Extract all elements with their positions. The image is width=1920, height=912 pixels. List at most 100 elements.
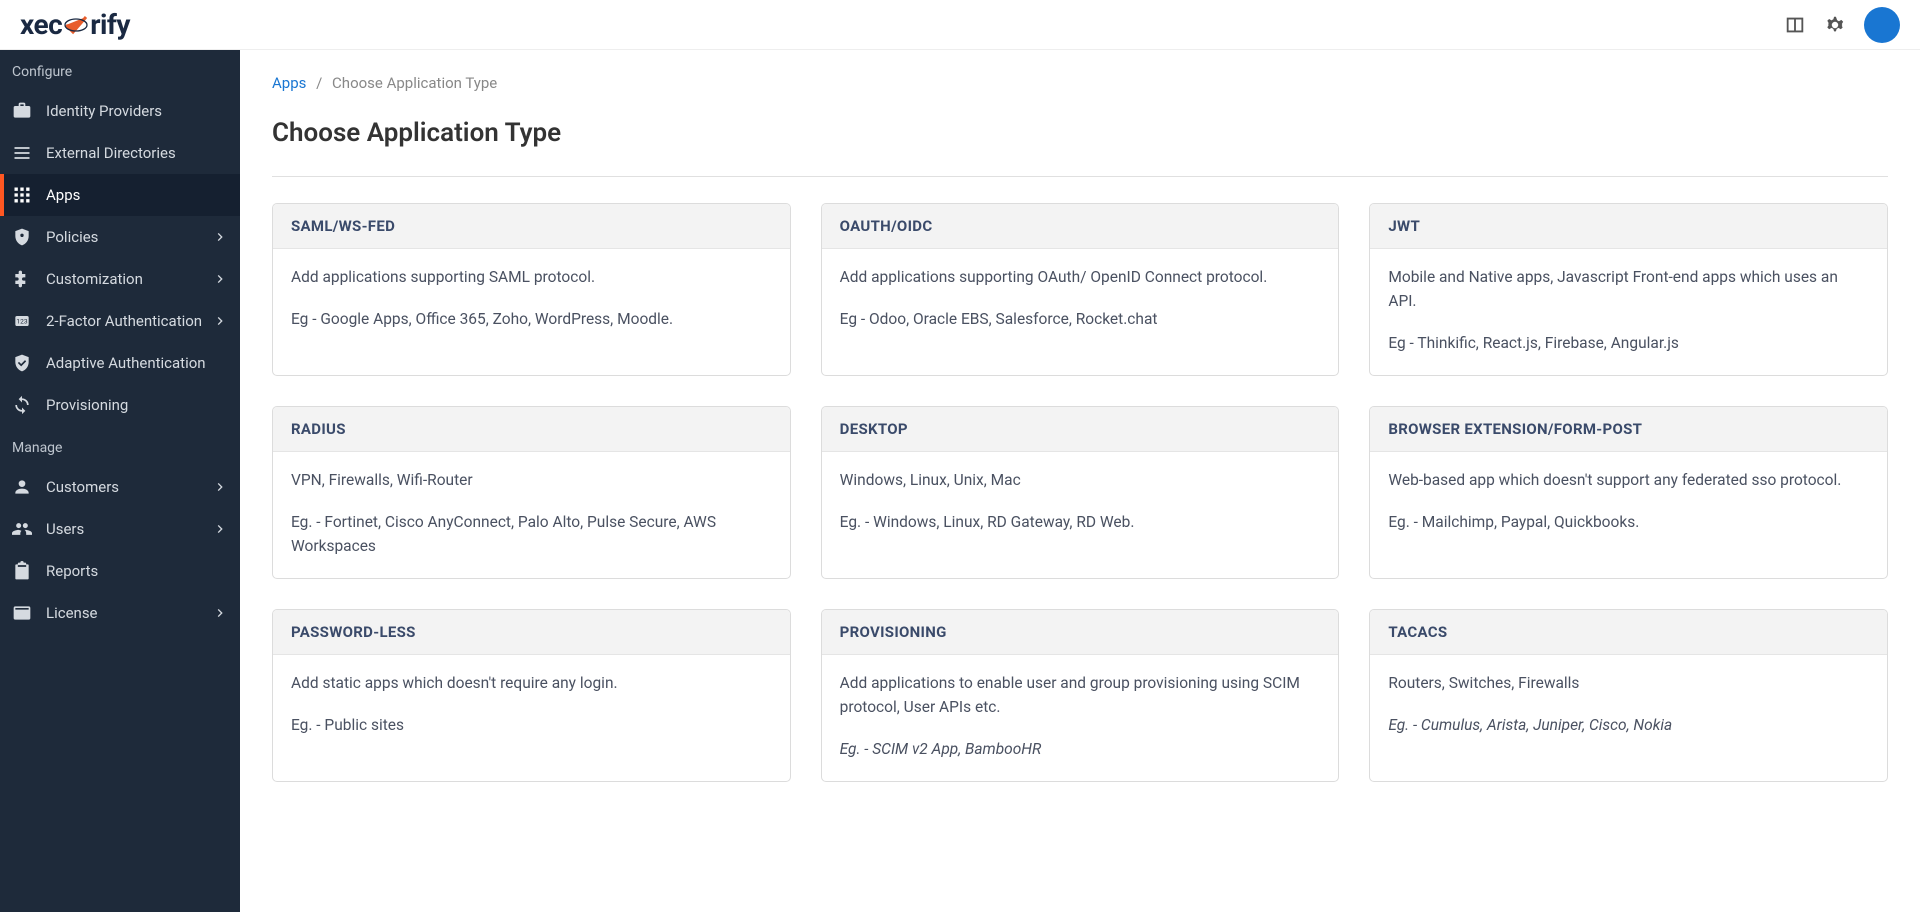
list-icon <box>12 143 32 163</box>
card-example: Eg. - Fortinet, Cisco AnyConnect, Palo A… <box>291 510 772 558</box>
page-title: Choose Application Type <box>272 118 1888 148</box>
sidebar-item-reports[interactable]: Reports <box>0 550 240 592</box>
sidebar-item-identity-providers[interactable]: Identity Providers <box>0 90 240 132</box>
chevron-right-icon <box>212 313 228 329</box>
card-description: Web-based app which doesn't support any … <box>1388 468 1869 492</box>
card-description: Mobile and Native apps, Javascript Front… <box>1388 265 1869 313</box>
grid-icon <box>12 185 32 205</box>
gear-icon[interactable] <box>1824 14 1846 36</box>
sidebar-item-users[interactable]: Users <box>0 508 240 550</box>
breadcrumb-current: Choose Application Type <box>332 74 497 92</box>
card-example: Eg. - Windows, Linux, RD Gateway, RD Web… <box>840 510 1321 534</box>
card-title: BROWSER EXTENSION/FORM-POST <box>1370 407 1887 452</box>
app-type-card-saml-ws-fed[interactable]: SAML/WS-FEDAdd applications supporting S… <box>272 203 791 376</box>
card-description: VPN, Firewalls, Wifi-Router <box>291 468 772 492</box>
logo-text-post: rify <box>90 8 130 41</box>
card-description: Add applications supporting OAuth/ OpenI… <box>840 265 1321 289</box>
card-title: OAUTH/OIDC <box>822 204 1339 249</box>
card-icon <box>12 603 32 623</box>
card-body: Windows, Linux, Unix, MacEg. - Windows, … <box>822 452 1339 554</box>
chevron-right-icon <box>212 605 228 621</box>
svg-text:123: 123 <box>16 318 27 326</box>
sidebar-item-label: Adaptive Authentication <box>46 354 228 372</box>
card-title: RADIUS <box>273 407 790 452</box>
app-type-card-oauth-oidc[interactable]: OAUTH/OIDC Add applications supporting OA… <box>821 203 1340 376</box>
sidebar-item-apps[interactable]: Apps <box>0 174 240 216</box>
card-body: VPN, Firewalls, Wifi-Router Eg. - Fortine… <box>273 452 790 578</box>
sidebar-item-label: Reports <box>46 562 228 580</box>
card-description: Add applications to enable user and grou… <box>840 671 1321 719</box>
sidebar-item-policies[interactable]: Policies <box>0 216 240 258</box>
card-title: DESKTOP <box>822 407 1339 452</box>
avatar[interactable] <box>1864 7 1900 43</box>
sidebar-item-label: Users <box>46 520 212 538</box>
sync-icon <box>12 395 32 415</box>
sidebar-item-external-directories[interactable]: External Directories <box>0 132 240 174</box>
card-example: Eg. - Mailchimp, Paypal, Quickbooks. <box>1388 510 1869 534</box>
app-type-card-browser-extension-form-post[interactable]: BROWSER EXTENSION/FORM-POST Web-based app… <box>1369 406 1888 579</box>
verified-icon <box>12 353 32 373</box>
card-description: Add static apps which doesn't require an… <box>291 671 772 695</box>
sidebar-heading: Configure <box>0 50 240 90</box>
sidebar-item-label: Apps <box>46 186 228 204</box>
chevron-right-icon <box>212 479 228 495</box>
card-body: Add static apps which doesn't require an… <box>273 655 790 757</box>
people-icon <box>12 519 32 539</box>
breadcrumb-separator: / <box>316 74 322 92</box>
sidebar-item-customers[interactable]: Customers <box>0 466 240 508</box>
logo-text-pre: xec <box>20 8 62 41</box>
sidebar-item-label: Policies <box>46 228 212 246</box>
logo-check-icon <box>64 13 88 37</box>
header-actions <box>1784 7 1900 43</box>
sidebar-item-label: Identity Providers <box>46 102 228 120</box>
sidebar-item-label: 2-Factor Authentication <box>46 312 212 330</box>
card-body: Add applications to enable user and grou… <box>822 655 1339 781</box>
app-type-card-tacacs[interactable]: TACACSRouters, Switches, FirewallsEg. - … <box>1369 609 1888 782</box>
card-body: Web-based app which doesn't support any … <box>1370 452 1887 554</box>
card-example: Eg. - Cumulus, Arista, Juniper, Cisco, N… <box>1388 713 1869 737</box>
app-type-card-radius[interactable]: RADIUS VPN, Firewalls, Wifi-Router Eg. - F… <box>272 406 791 579</box>
sidebar-heading: Manage <box>0 426 240 466</box>
shield-icon <box>12 227 32 247</box>
docs-icon[interactable] <box>1784 14 1806 36</box>
chevron-right-icon <box>212 271 228 287</box>
card-title: PASSWORD-LESS <box>273 610 790 655</box>
sidebar-item-label: Customization <box>46 270 212 288</box>
clipboard-icon <box>12 561 32 581</box>
app-type-card-password-less[interactable]: PASSWORD-LESS Add static apps which doesn… <box>272 609 791 782</box>
header: xec rify <box>0 0 1920 50</box>
sidebar: Configure Identity Providers External Dire… <box>0 50 240 912</box>
breadcrumb: Apps / Choose Application Type <box>272 50 1888 104</box>
breadcrumb-link-apps[interactable]: Apps <box>272 74 306 92</box>
sidebar-item-adaptive-authentication[interactable]: Adaptive Authentication <box>0 342 240 384</box>
chevron-right-icon <box>212 229 228 245</box>
card-example: Eg - Odoo, Oracle EBS, Salesforce, Rocke… <box>840 307 1321 331</box>
sidebar-item-label: Customers <box>46 478 212 496</box>
sidebar-item-label: External Directories <box>46 144 228 162</box>
sidebar-item-license[interactable]: License <box>0 592 240 634</box>
sidebar-item-provisioning[interactable]: Provisioning <box>0 384 240 426</box>
card-title: TACACS <box>1370 610 1887 655</box>
card-body: Routers, Switches, FirewallsEg. - Cumulu… <box>1370 655 1887 757</box>
card-grid: SAML/WS-FEDAdd applications supporting S… <box>272 203 1888 782</box>
person-icon <box>12 477 32 497</box>
app-type-card-jwt[interactable]: JWTMobile and Native apps, Javascript Fr… <box>1369 203 1888 376</box>
card-body: Mobile and Native apps, Javascript Front… <box>1370 249 1887 375</box>
logo[interactable]: xec rify <box>20 8 130 41</box>
chevron-right-icon <box>212 521 228 537</box>
card-example: Eg. - Public sites <box>291 713 772 737</box>
app-type-card-desktop[interactable]: DESKTOPWindows, Linux, Unix, MacEg. - Wi… <box>821 406 1340 579</box>
card-body: Add applications supporting SAML protoco… <box>273 249 790 351</box>
card-example: Eg. - SCIM v2 App, BambooHR <box>840 737 1321 761</box>
sidebar-item-2-factor-authentication[interactable]: 123 2-Factor Authentication <box>0 300 240 342</box>
card-body: Add applications supporting OAuth/ OpenI… <box>822 249 1339 351</box>
sidebar-item-customization[interactable]: Customization <box>0 258 240 300</box>
briefcase-icon <box>12 101 32 121</box>
card-example: Eg - Google Apps, Office 365, Zoho, Word… <box>291 307 772 331</box>
sidebar-item-label: Provisioning <box>46 396 228 414</box>
sidebar-item-label: License <box>46 604 212 622</box>
pin-icon: 123 <box>12 311 32 331</box>
main-content: Apps / Choose Application Type Choose Ap… <box>240 50 1920 912</box>
app-type-card-provisioning[interactable]: PROVISIONING Add applications to enable u… <box>821 609 1340 782</box>
card-title: PROVISIONING <box>822 610 1339 655</box>
